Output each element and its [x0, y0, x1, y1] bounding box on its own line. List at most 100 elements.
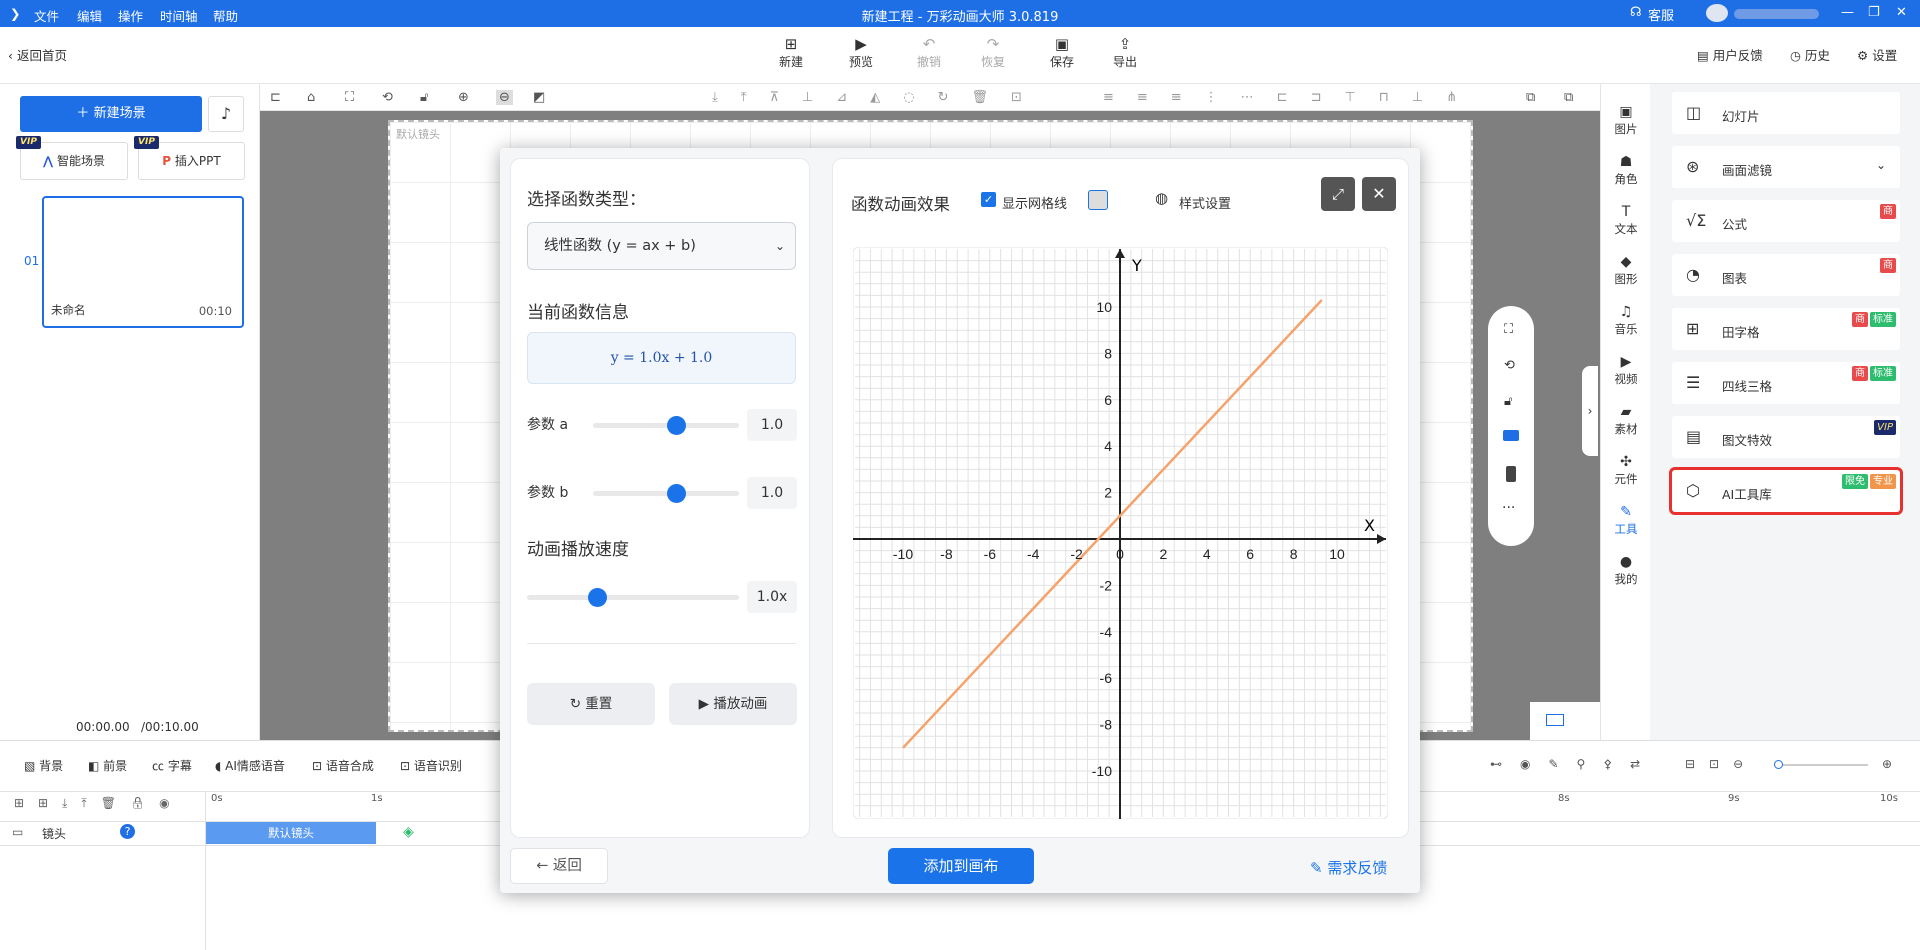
redo-button[interactable]: ↷ 恢复 — [968, 35, 1018, 70]
strip-text[interactable]: T 文本 — [1601, 204, 1651, 237]
fit-icon[interactable]: ⛶ — [345, 90, 354, 105]
request-feedback-link[interactable]: ✎ 需求反馈 — [1310, 857, 1387, 878]
copy-icon[interactable]: ⧉ — [1526, 90, 1535, 105]
music-button[interactable]: ♪ — [208, 96, 244, 132]
folder-icon: ▰ — [1620, 404, 1632, 420]
back-button[interactable]: ← 返回 — [510, 848, 608, 884]
fullscreen-icon[interactable]: ⤢ — [1321, 177, 1355, 211]
x-tick-label: -8 — [940, 546, 953, 562]
reset-button[interactable]: ↻ 重置 — [527, 683, 655, 725]
total-time: /00:10.00 — [141, 720, 199, 734]
param-a-value[interactable]: 1.0 — [747, 409, 797, 441]
settings-button[interactable]: ⚙ 设置 — [1857, 45, 1897, 64]
close-window-button[interactable]: ✕ — [1896, 5, 1907, 20]
unlock-icon[interactable]: 🔓︎ — [420, 90, 428, 105]
strip-shape[interactable]: ◆ 图形 — [1601, 254, 1651, 287]
play-animation-button[interactable]: ▶ 播放动画 — [669, 683, 797, 725]
preview-button[interactable]: ▶ 预览 — [836, 35, 886, 70]
camera-clip[interactable]: 默认镜头 — [206, 822, 376, 844]
ruler-icon[interactable]: ⊏ — [270, 90, 281, 105]
zoom-slider[interactable] — [1774, 760, 1868, 769]
strip-tools[interactable]: ✎ 工具 — [1601, 504, 1651, 537]
speed-slider[interactable] — [527, 588, 739, 607]
portrait-icon[interactable] — [1506, 466, 1516, 482]
add-to-canvas-button[interactable]: 添加到画布 — [888, 848, 1034, 884]
strip-image[interactable]: ▣ 图片 — [1601, 104, 1651, 137]
more-icon[interactable]: ··· — [1502, 500, 1515, 516]
home-icon[interactable]: ⌂ — [307, 90, 315, 105]
service-icon[interactable]: ☊ — [1630, 5, 1642, 20]
close-icon[interactable]: ✕ — [1362, 177, 1396, 211]
tool-label: 田字格 — [1722, 325, 1760, 340]
x-tick-label: -2 — [1070, 546, 1083, 562]
rotate-icon[interactable]: ⟲ — [1504, 358, 1515, 373]
grid-checkbox[interactable]: ✓ — [981, 192, 996, 207]
new-button[interactable]: ⊞ 新建 — [766, 35, 816, 70]
zoom-in-icon[interactable]: ⊕ — [458, 90, 469, 105]
zoom-in-icon[interactable]: ⊕ — [1882, 757, 1892, 771]
tool-chart[interactable]: ◔ 图表 商 — [1672, 254, 1900, 296]
param-a-knob[interactable] — [667, 416, 686, 435]
ai-voice-button[interactable]: ◖ AI情感语音 — [215, 757, 285, 774]
unlock-icon[interactable]: 🔓︎ — [1504, 394, 1512, 409]
style-settings[interactable]: 样式设置 — [1179, 193, 1231, 212]
history-button[interactable]: ◷ 历史 — [1790, 45, 1830, 64]
tools-panel: ◫ 幻灯片 ⊛ 画面滤镜 ⌄ √Σ 公式商 ◔ 图表商 ⊞ 田字格商标准 ☰ 四线三格商标准 … — [1650, 84, 1920, 740]
avatar[interactable] — [1706, 4, 1728, 22]
align-icons[interactable]: ⤓⤒⊼⊥⊿◭◌↻🗑︎⊡ — [712, 90, 1045, 105]
background-button[interactable]: ▧ 背景 — [24, 757, 63, 774]
back-home-button[interactable]: ‹ 返回首页 — [8, 45, 67, 64]
asr-button[interactable]: ⊡ 语音识别 — [400, 757, 462, 774]
layers-icon[interactable]: ◩ — [533, 90, 545, 105]
foreground-button[interactable]: ◧ 前景 — [88, 757, 127, 774]
rotate-icon[interactable]: ⟲ — [382, 90, 393, 105]
param-b-value[interactable]: 1.0 — [747, 477, 797, 509]
maximize-button[interactable]: ❐ — [1868, 5, 1880, 20]
strip-component[interactable]: ✣ 元件 — [1601, 454, 1651, 487]
zoom-controls[interactable]: ⊟⊡⊖ — [1685, 757, 1757, 771]
collapse-panel-button[interactable]: › — [1582, 366, 1598, 456]
speed-knob[interactable] — [588, 588, 607, 607]
export-button[interactable]: ⇪ 导出 — [1100, 35, 1150, 70]
color-swatch[interactable] — [1088, 190, 1108, 210]
tool-slides[interactable]: ◫ 幻灯片 — [1672, 92, 1900, 134]
param-b-slider[interactable] — [593, 484, 739, 503]
strip-label: 我的 — [1614, 572, 1638, 586]
tool-four-lines[interactable]: ☰ 四线三格 商标准 — [1672, 362, 1900, 404]
param-a-slider[interactable] — [593, 416, 739, 435]
undo-button[interactable]: ↶ 撤销 — [904, 35, 954, 70]
speed-value[interactable]: 1.0x — [747, 581, 797, 613]
tool-image-text[interactable]: ▤ 图文特效 VIP — [1672, 416, 1900, 458]
strip-character[interactable]: ☗ 角色 — [1601, 154, 1651, 187]
timeline-right-tools[interactable]: ⊷◉✎⚲⚴⇄ — [1490, 757, 1658, 771]
help-icon[interactable]: ? — [120, 824, 135, 839]
palette-icon[interactable]: ◍ — [1155, 189, 1168, 207]
subtitle-button[interactable]: ㏄ 字幕 — [152, 757, 192, 774]
fit-icon[interactable]: ⛶ — [1504, 322, 1513, 337]
minimize-button[interactable]: — — [1841, 5, 1854, 20]
track-tools[interactable]: ⊞⊞⤓⤒🗑︎🔒︎◉ — [14, 796, 184, 811]
function-type-select[interactable]: 线性函数 (y = ax + b) ⌄ — [527, 222, 796, 270]
tool-tianzige[interactable]: ⊞ 田字格 商标准 — [1672, 308, 1900, 350]
keyframe-icon[interactable]: ◈ — [403, 824, 414, 840]
strip-music[interactable]: ♫ 音乐 — [1601, 304, 1651, 337]
distribute-icons[interactable]: ≡≡≡⋮⋯⊏⊐⊤⊓⊥⋔ — [1103, 90, 1480, 105]
paste-icon[interactable]: ⧉ — [1564, 90, 1573, 105]
feedback-button[interactable]: ▤ 用户反馈 — [1697, 45, 1763, 64]
zoom-knob[interactable] — [1774, 760, 1783, 769]
strip-mine[interactable]: ● 我的 — [1601, 554, 1651, 587]
new-scene-button[interactable]: ＋ 新建场景 — [20, 96, 202, 132]
scene-thumbnail[interactable]: 未命名 00:10 — [42, 196, 244, 328]
view-switch[interactable] — [1530, 702, 1600, 740]
strip-video[interactable]: ▶ 视频 — [1601, 354, 1651, 387]
tool-ai-library[interactable]: ⬡ AI工具库 限免 专业 — [1669, 467, 1903, 515]
tts-button[interactable]: ⊡ 语音合成 — [312, 757, 374, 774]
tool-formula[interactable]: √Σ 公式 商 — [1672, 200, 1900, 242]
tool-filter[interactable]: ⊛ 画面滤镜 ⌄ — [1672, 146, 1900, 188]
save-button[interactable]: ▣ 保存 — [1037, 35, 1087, 70]
landscape-icon[interactable] — [1503, 430, 1519, 441]
service-button[interactable]: 客服 — [1648, 5, 1674, 24]
strip-material[interactable]: ▰ 素材 — [1601, 404, 1651, 437]
zoom-out-icon[interactable]: ⊖ — [496, 90, 513, 105]
param-b-knob[interactable] — [667, 484, 686, 503]
